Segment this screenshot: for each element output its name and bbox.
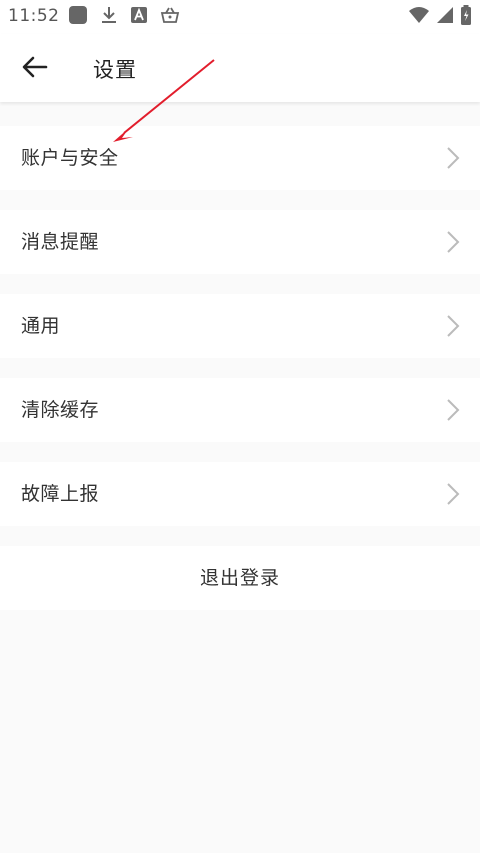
- menu-item-label: 通用: [21, 315, 61, 337]
- menu-item-clear-cache[interactable]: 清除缓存: [0, 378, 480, 442]
- font-a-icon: [130, 6, 148, 28]
- status-left-icons: [68, 6, 192, 28]
- status-bar: 11:52: [0, 0, 480, 34]
- status-time: 11:52: [8, 6, 60, 26]
- chevron-right-icon: [446, 314, 460, 338]
- page-title: 设置: [93, 58, 137, 82]
- shopping-basket-icon: [160, 5, 180, 29]
- app-header: 设置: [0, 34, 480, 102]
- download-icon: [100, 5, 118, 29]
- menu-item-label: 消息提醒: [21, 231, 100, 253]
- chevron-right-icon: [446, 482, 460, 506]
- menu-item-label: 故障上报: [21, 483, 100, 505]
- battery-charging-icon: [460, 5, 472, 29]
- menu-item-general[interactable]: 通用: [0, 294, 480, 358]
- back-arrow-icon: [22, 56, 48, 82]
- menu-item-label: 账户与安全: [21, 147, 119, 169]
- status-right-icons: [402, 5, 472, 29]
- chevron-right-icon: [446, 398, 460, 422]
- menu-item-notifications[interactable]: 消息提醒: [0, 210, 480, 274]
- wifi-icon: [408, 6, 430, 28]
- logout-button[interactable]: 退出登录: [0, 546, 480, 610]
- menu-item-account-security[interactable]: 账户与安全: [0, 126, 480, 190]
- signal-icon: [436, 6, 454, 28]
- menu-item-bug-report[interactable]: 故障上报: [0, 462, 480, 526]
- back-button[interactable]: [14, 48, 56, 90]
- app-square-icon: [68, 5, 88, 29]
- chevron-right-icon: [446, 230, 460, 254]
- chevron-right-icon: [446, 146, 460, 170]
- menu-item-label: 清除缓存: [21, 399, 100, 421]
